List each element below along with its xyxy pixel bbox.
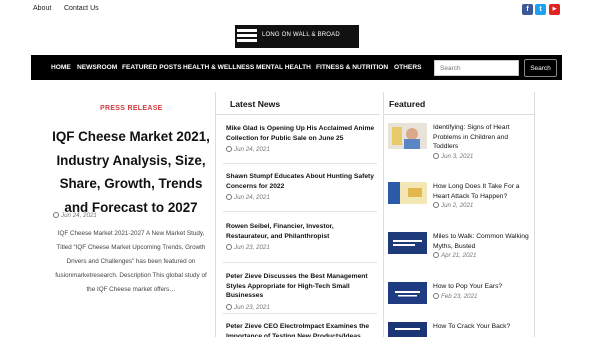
news-date-text: Jun 23, 2021 (234, 303, 270, 311)
featured-item[interactable]: How To Crack Your Back? (388, 322, 533, 337)
news-item[interactable]: Peter Zieve Discusses the Best Managemen… (226, 272, 378, 311)
featured-date-text: Apr 21, 2021 (441, 252, 477, 259)
featured-date-text: Feb 23, 2021 (441, 293, 478, 300)
news-title[interactable]: Shawn Stumpf Educates About Hunting Safe… (226, 172, 378, 191)
article-excerpt: IQF Cheese Market 2021-2027 A New Market… (55, 230, 207, 293)
featured-item[interactable]: How Long Does It Take For a Heart Attack… (388, 182, 533, 212)
divider (223, 163, 377, 164)
featured-title[interactable]: How To Crack Your Back? (433, 322, 535, 332)
featured-item[interactable]: Miles to Walk: Common Walking Myths, Bus… (388, 232, 533, 262)
featured-thumbnail[interactable] (388, 282, 427, 304)
nav-mental-health[interactable]: MENTAL HEALTH (256, 64, 311, 71)
news-date: Jun 23, 2021 (226, 303, 378, 311)
clock-icon (433, 252, 439, 258)
news-item[interactable]: Rowen Seibel, Financier, Investor, Resta… (226, 222, 378, 251)
search-button[interactable]: Search (524, 59, 557, 77)
article-date: Jun 24, 2021 (53, 212, 97, 219)
news-item[interactable]: Shawn Stumpf Educates About Hunting Safe… (226, 172, 378, 201)
news-title[interactable]: Peter Zieve CEO ElectroImpact Examines t… (226, 322, 378, 337)
clock-icon (433, 153, 439, 159)
site-logo[interactable]: LONG ON WALL & BROAD (235, 25, 359, 48)
nav-fitness-nutrition[interactable]: FITNESS & NUTRITION (316, 64, 388, 71)
featured-date-text: Jun 2, 2021 (441, 202, 474, 209)
news-date: Jun 23, 2021 (226, 244, 378, 251)
nav-home[interactable]: HOME (51, 64, 71, 71)
featured-date: Feb 23, 2021 (433, 293, 477, 300)
building-icon (237, 27, 257, 46)
divider (223, 211, 377, 212)
article-title[interactable]: IQF Cheese Market 2021, Industry Analysi… (46, 125, 216, 219)
clock-icon (226, 194, 232, 200)
about-link[interactable]: About (33, 5, 51, 12)
featured-title[interactable]: How Long Does It Take For a Heart Attack… (433, 182, 535, 201)
featured-date-text: Jun 3, 2021 (441, 153, 474, 160)
nav-health-wellness[interactable]: HEALTH & WELLNESS (183, 64, 254, 71)
divider (223, 313, 377, 314)
clock-icon (433, 293, 439, 299)
divider (223, 262, 377, 263)
ears-thumbnail-image (395, 291, 420, 297)
featured-date: Apr 21, 2021 (433, 252, 476, 259)
featured-title[interactable]: Miles to Walk: Common Walking Myths, Bus… (433, 232, 535, 251)
featured-thumbnail[interactable] (388, 322, 427, 337)
walking-thumbnail-image (393, 240, 422, 246)
top-bar: About Contact Us f t ▶ (0, 0, 592, 19)
featured-date: Jun 2, 2021 (433, 202, 473, 209)
latest-news-heading: Latest News (230, 99, 281, 109)
news-date-text: Jun 24, 2021 (234, 194, 270, 201)
child-thumbnail-image (392, 127, 420, 149)
logo-text: LONG ON WALL & BROAD (262, 32, 340, 38)
featured-item[interactable]: How to Pop Your Ears? Feb 23, 2021 (388, 282, 533, 312)
nav-newsroom[interactable]: NEWSROOM (77, 64, 117, 71)
search-input[interactable] (434, 60, 519, 76)
news-title[interactable]: Rowen Seibel, Financier, Investor, Resta… (226, 222, 378, 241)
featured-heading-rule (383, 114, 535, 115)
featured-thumbnail[interactable] (388, 123, 427, 149)
featured-title[interactable]: How to Pop Your Ears? (433, 282, 535, 292)
article-date-text: Jun 24, 2021 (61, 212, 97, 219)
facebook-icon[interactable]: f (522, 4, 533, 15)
news-title[interactable]: Mike Glad is Opening Up His Acclaimed An… (226, 124, 378, 143)
featured-date: Jun 3, 2021 (433, 153, 473, 160)
latest-heading-rule (215, 114, 380, 115)
news-item[interactable]: Mike Glad is Opening Up His Acclaimed An… (226, 124, 378, 153)
featured-item[interactable]: Identifying: Signs of Heart Problems in … (388, 123, 535, 160)
heart-thumbnail-image (388, 182, 422, 204)
news-item[interactable]: Peter Zieve CEO ElectroImpact Examines t… (226, 322, 378, 337)
contact-link[interactable]: Contact Us (64, 5, 99, 12)
clock-icon (226, 303, 232, 310)
clock-icon (226, 146, 232, 152)
news-date: Jun 24, 2021 (226, 194, 378, 201)
news-date-text: Jun 24, 2021 (234, 146, 270, 153)
featured-thumbnail[interactable] (388, 182, 427, 204)
news-date-text: Jun 23, 2021 (234, 244, 270, 251)
featured-left-border (383, 92, 384, 337)
clock-icon (226, 244, 232, 250)
latest-left-border (215, 92, 216, 337)
featured-title[interactable]: Identifying: Signs of Heart Problems in … (433, 123, 535, 152)
article-category[interactable]: PRESS RELEASE (100, 105, 163, 112)
news-title[interactable]: Peter Zieve Discusses the Best Managemen… (226, 272, 378, 301)
clock-icon (53, 212, 59, 218)
nav-featured-posts[interactable]: FEATURED POSTS (122, 64, 182, 71)
featured-thumbnail[interactable] (388, 232, 427, 254)
nav-others[interactable]: OTHERS (394, 64, 421, 71)
clock-icon (433, 202, 439, 208)
twitter-icon[interactable]: t (535, 4, 546, 15)
back-thumbnail-image (395, 328, 420, 330)
news-date: Jun 24, 2021 (226, 146, 378, 153)
featured-heading: Featured (389, 99, 426, 109)
youtube-icon[interactable]: ▶ (549, 4, 560, 15)
